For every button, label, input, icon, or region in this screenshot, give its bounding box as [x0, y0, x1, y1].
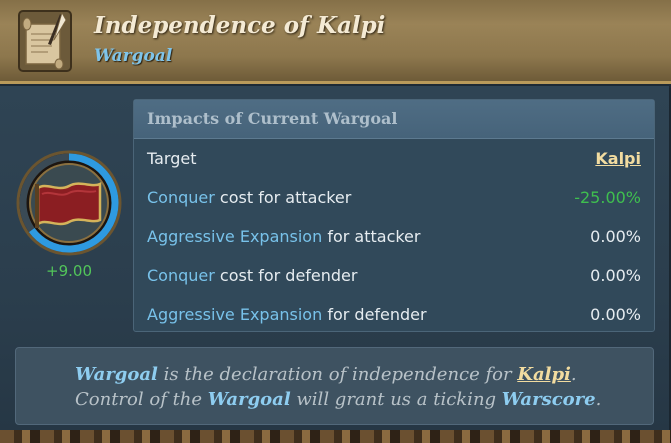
aggressive-expansion-keyword[interactable]: Aggressive Expansion [147, 227, 322, 246]
impact-row-conquer-attacker: Conquer cost for attacker -25.00% [134, 178, 654, 217]
impact-row-ae-defender: Aggressive Expansion for defender 0.00% [134, 295, 654, 334]
wargoal-keyword[interactable]: Wargoal [208, 389, 291, 410]
impact-value: 0.00% [590, 227, 641, 246]
impact-label: Conquer cost for defender [147, 266, 358, 285]
aggressive-expansion-keyword[interactable]: Aggressive Expansion [147, 305, 322, 324]
impact-label: Aggressive Expansion for defender [147, 305, 427, 324]
target-link[interactable]: Kalpi [595, 139, 641, 178]
impacts-header: Impacts of Current Wargoal [134, 100, 654, 139]
wargoal-window: Independence of Kalpi Wargoal +9.00 Impa… [0, 0, 671, 430]
warscore-keyword[interactable]: Warscore [502, 389, 596, 410]
description-line-1: Wargoal is the declaration of independen… [75, 364, 577, 385]
impact-value: 0.00% [590, 305, 641, 324]
wargoal-keyword[interactable]: Wargoal [75, 364, 158, 385]
impact-value: 0.00% [590, 266, 641, 285]
conquer-keyword[interactable]: Conquer [147, 188, 215, 207]
impact-label: Aggressive Expansion for attacker [147, 227, 421, 246]
description-box: Wargoal is the declaration of independen… [15, 347, 654, 425]
impact-label: Conquer cost for attacker [147, 188, 352, 207]
impact-row-target: Target Kalpi [134, 139, 654, 178]
scroll-quill-icon [18, 10, 72, 72]
conquer-keyword[interactable]: Conquer [147, 266, 215, 285]
background-scenery [0, 430, 671, 443]
wargoal-score: +9.00 [46, 262, 92, 280]
window-title: Independence of Kalpi [94, 12, 386, 39]
impact-value: -25.00% [574, 188, 641, 207]
wargoal-flag-medallion[interactable] [16, 150, 122, 256]
window-header: Independence of Kalpi Wargoal [0, 0, 671, 88]
flag-icon [36, 181, 102, 227]
window-subtitle: Wargoal [94, 46, 173, 66]
impacts-panel: Impacts of Current Wargoal Target Kalpi … [133, 99, 655, 332]
impact-row-conquer-defender: Conquer cost for defender 0.00% [134, 256, 654, 295]
impact-label: Target [147, 149, 197, 168]
impact-row-ae-attacker: Aggressive Expansion for attacker 0.00% [134, 217, 654, 256]
description-line-2: Control of the Wargoal will grant us a t… [75, 389, 602, 410]
kalpi-link[interactable]: Kalpi [517, 364, 571, 385]
